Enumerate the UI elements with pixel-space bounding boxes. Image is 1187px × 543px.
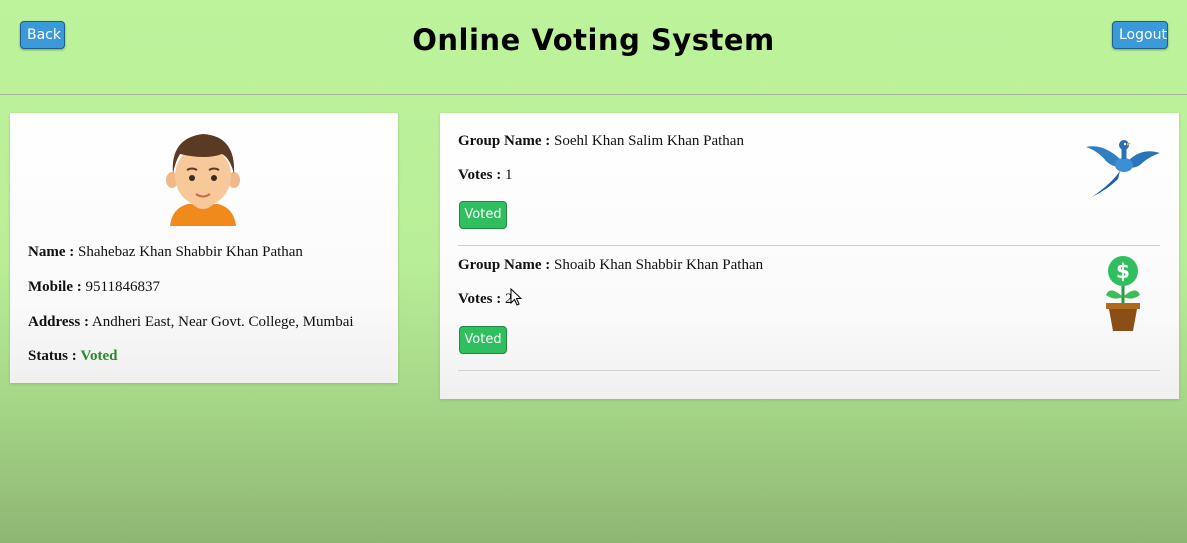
group-divider: [458, 370, 1160, 371]
group-divider: [458, 245, 1160, 246]
mobile-row: Mobile : 9511846837: [28, 279, 160, 296]
mobile-label: Mobile :: [28, 279, 82, 295]
votes-row: Votes : 1: [458, 167, 512, 184]
group-name-label: Group Name :: [458, 257, 551, 273]
voted-button[interactable]: Voted: [459, 326, 507, 354]
voted-button[interactable]: Voted: [459, 201, 507, 229]
group-name-label: Group Name :: [458, 133, 551, 149]
name-value: Shahebaz Khan Shabbir Khan Pathan: [77, 244, 303, 260]
group-name-value: Shoaib Khan Shabbir Khan Pathan: [553, 257, 764, 273]
group-name-row: Group Name : Soehl Khan Salim Khan Patha…: [458, 133, 744, 150]
mouse-cursor-icon: [510, 288, 522, 306]
votes-label: Votes :: [458, 291, 502, 307]
group-name-value: Soehl Khan Salim Khan Pathan: [553, 133, 744, 149]
bird-icon: [1086, 140, 1160, 197]
mobile-value: 9511846837: [85, 279, 160, 295]
votes-row: Votes : 2: [458, 291, 512, 308]
groups-card: Group Name : Soehl Khan Salim Khan Patha…: [440, 113, 1179, 399]
group-name-row: Group Name : Shoaib Khan Shabbir Khan Pa…: [458, 257, 763, 274]
name-label: Name :: [28, 244, 75, 260]
money-plant-icon: $: [1106, 256, 1140, 331]
status-label: Status :: [28, 348, 77, 364]
votes-value: 1: [504, 167, 513, 183]
address-value: Andheri East, Near Govt. College, Mumbai: [91, 314, 354, 330]
page-title: Online Voting System: [412, 23, 775, 57]
logout-button[interactable]: Logout: [1112, 21, 1168, 49]
address-row: Address : Andheri East, Near Govt. Colle…: [28, 314, 354, 331]
votes-label: Votes :: [458, 167, 502, 183]
voter-profile-card: Name : Shahebaz Khan Shabbir Khan Pathan…: [10, 113, 398, 383]
name-row: Name : Shahebaz Khan Shabbir Khan Pathan: [28, 244, 303, 261]
address-label: Address :: [28, 314, 89, 330]
header-divider: [0, 94, 1187, 95]
status-row: Status : Voted: [28, 348, 117, 365]
user-avatar-icon: [166, 134, 240, 226]
status-value: Voted: [80, 348, 118, 364]
svg-text:$: $: [1116, 259, 1130, 283]
